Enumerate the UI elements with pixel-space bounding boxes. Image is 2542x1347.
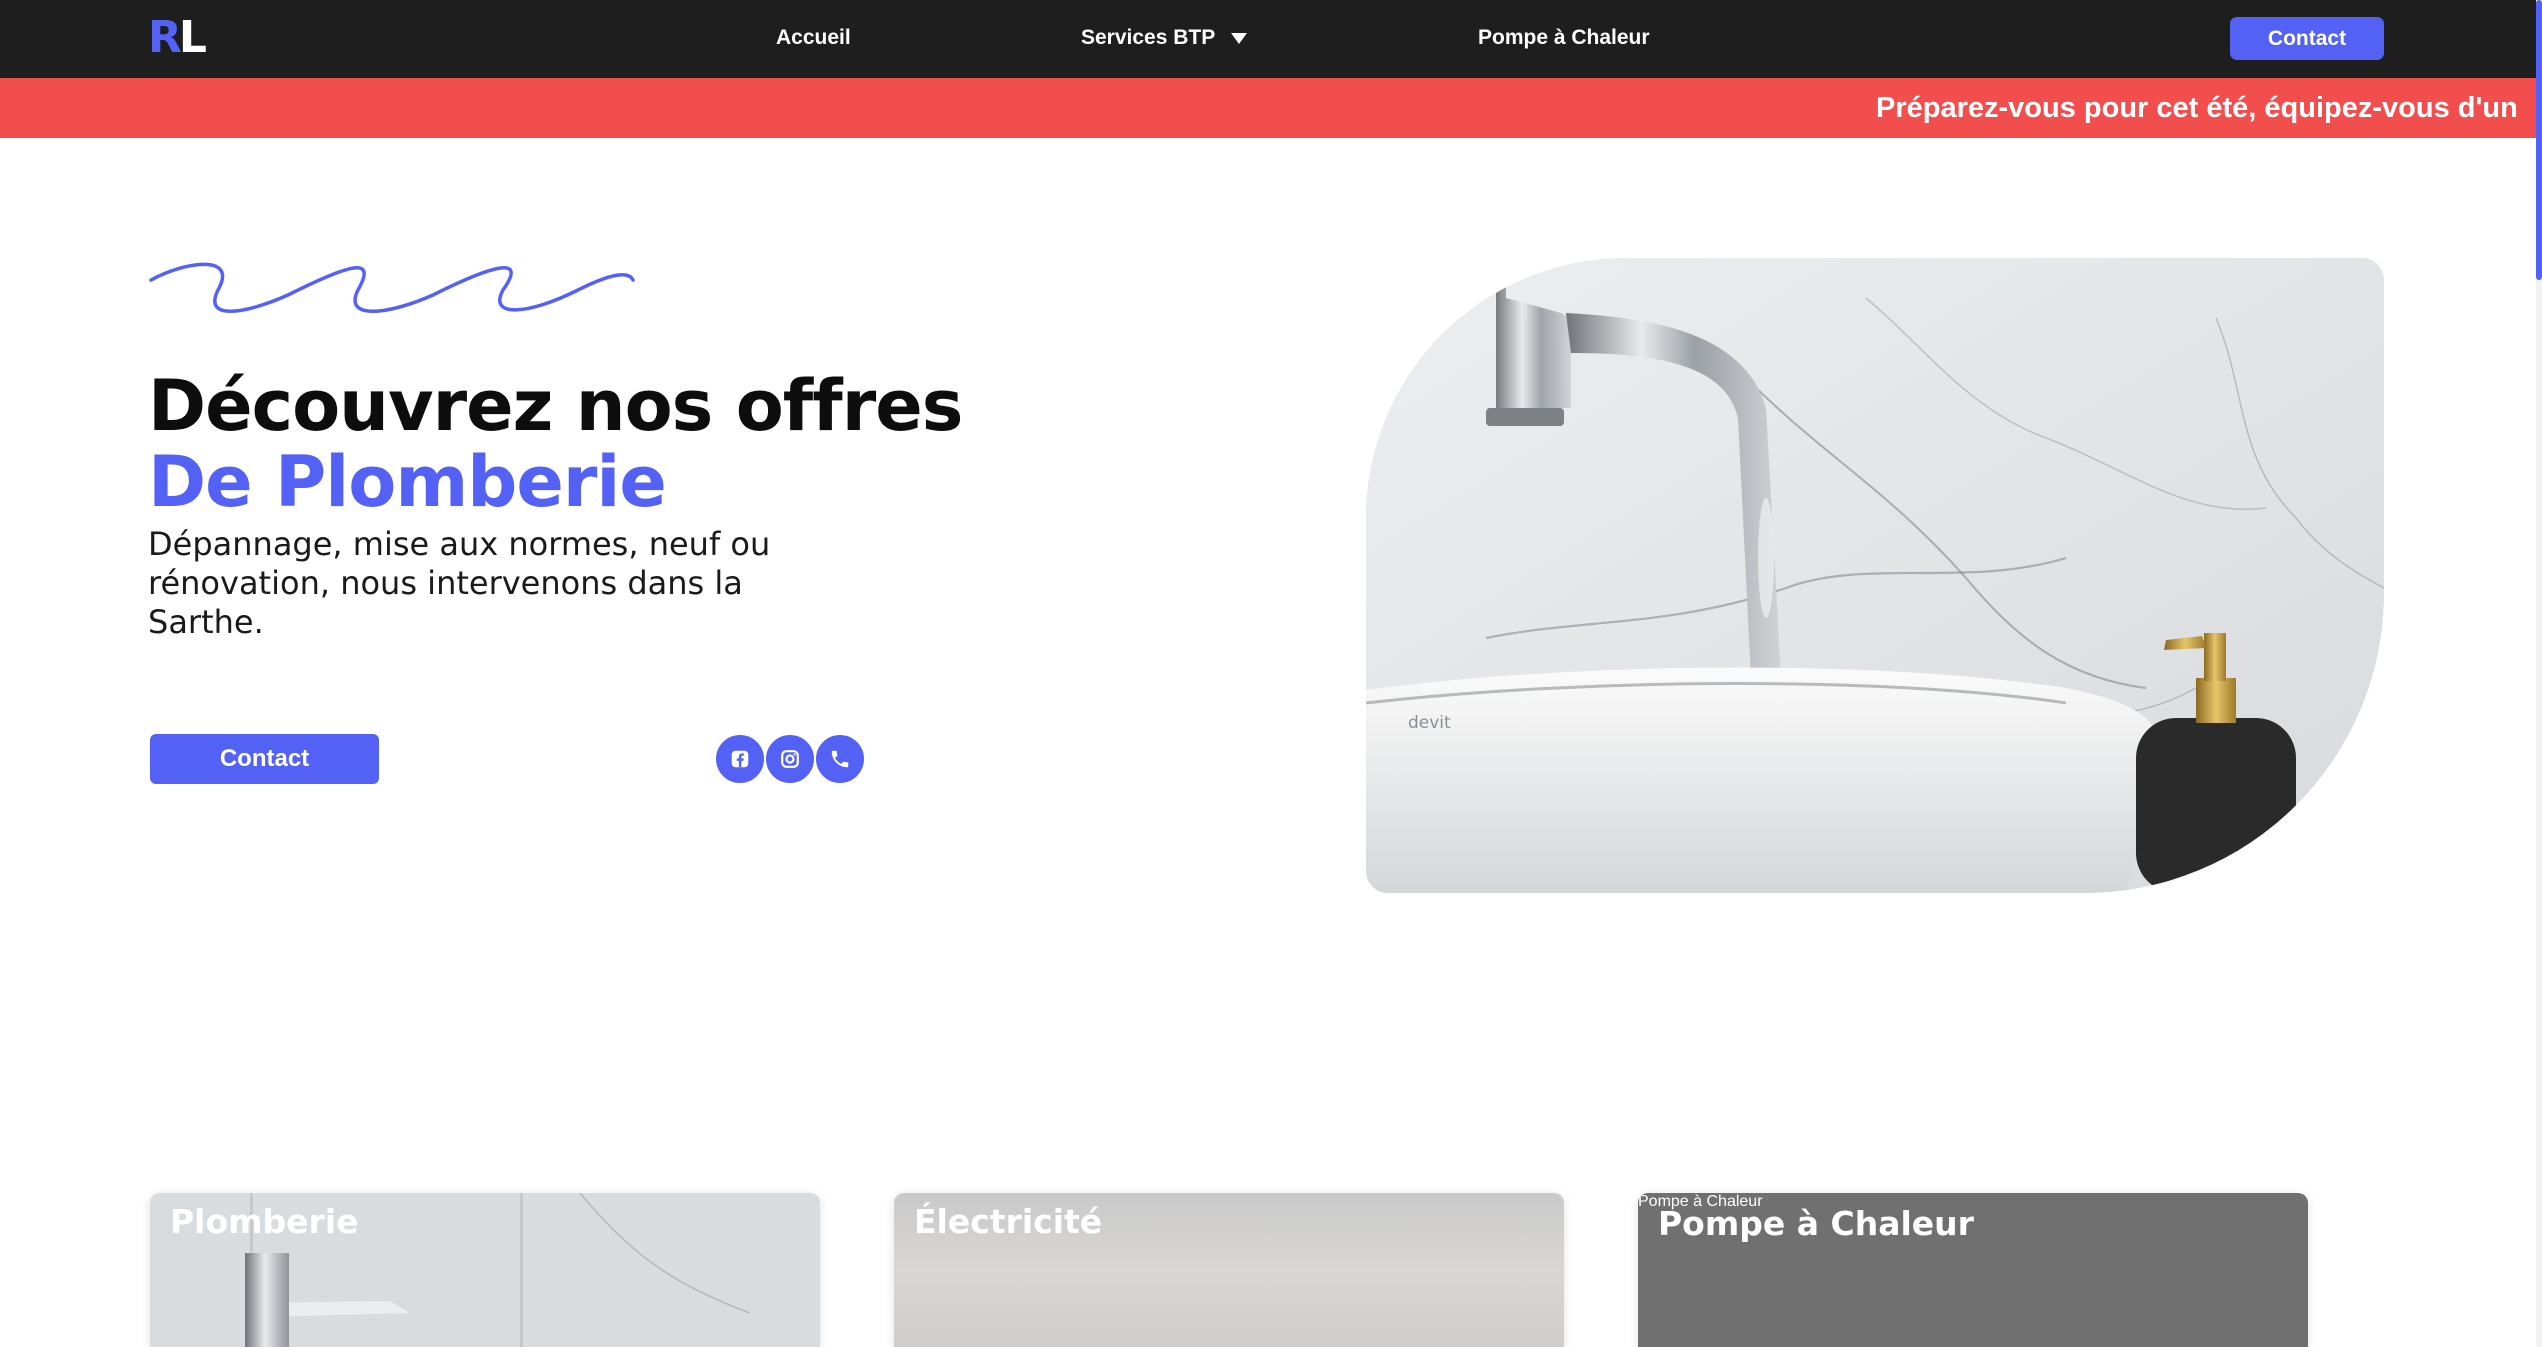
instagram-icon bbox=[781, 750, 799, 768]
card-title-electricite: Électricité bbox=[914, 1202, 1103, 1241]
site-logo[interactable]: RL bbox=[148, 12, 207, 63]
nav-services-label: Services BTP bbox=[1081, 26, 1216, 49]
card-title-pompe-a-chaleur: Pompe à Chaleur bbox=[1658, 1204, 1974, 1243]
logo-letter-r: R bbox=[148, 12, 182, 63]
service-card-plomberie[interactable]: Plomberie bbox=[150, 1193, 820, 1347]
facebook-link[interactable] bbox=[714, 733, 766, 785]
sink-brand-text: devit bbox=[1408, 713, 1451, 733]
decorative-squiggle bbox=[149, 262, 635, 313]
top-navbar: RL Accueil Services BTP Pompe à Chaleur … bbox=[0, 0, 2542, 78]
nav-link-accueil[interactable]: Accueil bbox=[776, 24, 851, 52]
nav-dropdown-services-btp[interactable]: Services BTP bbox=[1081, 24, 1248, 52]
logo-letter-l: L bbox=[178, 12, 207, 63]
page-scrollbar[interactable] bbox=[2536, 0, 2542, 1347]
hero-contact-button[interactable]: Contact bbox=[150, 734, 379, 784]
card-title-plomberie: Plomberie bbox=[170, 1202, 359, 1241]
hero-title: Découvrez nos offres bbox=[148, 365, 963, 447]
facebook-icon bbox=[731, 750, 749, 768]
phone-link[interactable] bbox=[814, 733, 866, 785]
hero-title-highlight: De Plomberie bbox=[148, 441, 667, 523]
nav-contact-button[interactable]: Contact bbox=[2230, 17, 2384, 60]
instagram-link[interactable] bbox=[764, 733, 816, 785]
scrollbar-thumb[interactable] bbox=[2536, 0, 2542, 280]
service-card-pompe-a-chaleur[interactable]: Pompe à Chaleur Pompe à Chaleur bbox=[1638, 1193, 2308, 1347]
sink-illustration: devit bbox=[1366, 258, 2384, 893]
promo-banner: Préparez-vous pour cet été, équipez-vous… bbox=[0, 78, 2536, 138]
phone-icon bbox=[831, 750, 849, 768]
hero-description: Dépannage, mise aux normes, neuf ou réno… bbox=[148, 525, 771, 641]
social-links bbox=[714, 733, 866, 785]
promo-banner-text: Préparez-vous pour cet été, équipez-vous… bbox=[1876, 92, 2518, 124]
caret-down-icon bbox=[1231, 32, 1248, 44]
nav-link-pompe-a-chaleur[interactable]: Pompe à Chaleur bbox=[1478, 24, 1650, 52]
service-card-electricite[interactable]: Électricité bbox=[894, 1193, 1564, 1347]
hero-image-bathroom-sink: devit bbox=[1366, 258, 2384, 893]
